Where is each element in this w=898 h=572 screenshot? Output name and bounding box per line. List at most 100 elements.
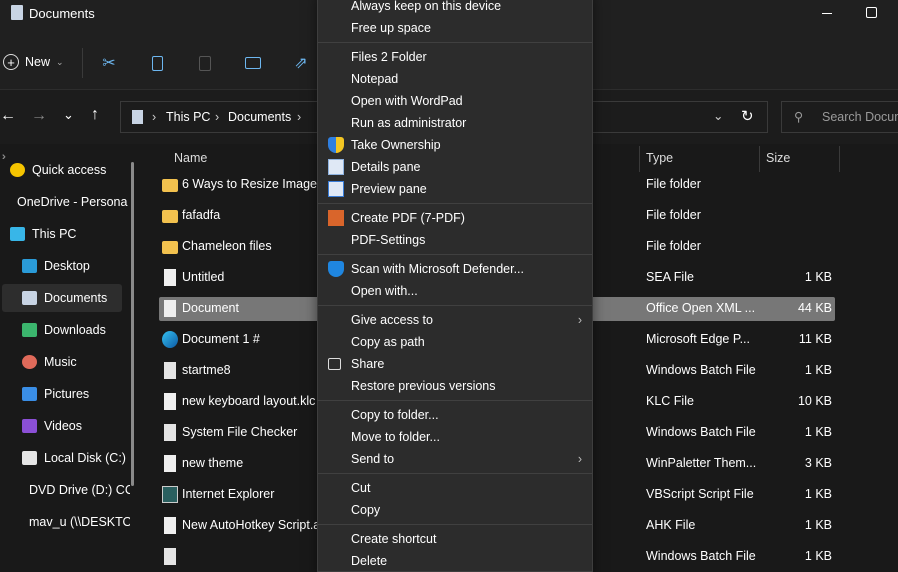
- new-label: New: [25, 55, 51, 69]
- menu-item[interactable]: Create shortcut: [318, 528, 592, 550]
- menu-item[interactable]: PDF-Settings: [318, 229, 592, 251]
- menu-item-label: Copy: [351, 503, 381, 517]
- sidebar-item[interactable]: Downloads: [2, 316, 130, 344]
- rename-button[interactable]: [242, 52, 264, 74]
- pdf-icon: [328, 210, 344, 226]
- menu-item[interactable]: Open with...: [318, 280, 592, 302]
- column-divider[interactable]: [759, 146, 760, 172]
- file-name: new keyboard layout.klc: [182, 394, 316, 408]
- sidebar-item[interactable]: Pictures: [2, 380, 130, 408]
- minimize-button[interactable]: [822, 13, 832, 14]
- folder-icon: [162, 210, 178, 223]
- refresh-button[interactable]: ↻: [741, 107, 754, 125]
- column-divider[interactable]: [839, 146, 840, 172]
- menu-item[interactable]: Take Ownership: [318, 134, 592, 156]
- paste-button[interactable]: [194, 52, 216, 74]
- column-header-name[interactable]: Name: [174, 151, 207, 165]
- maximize-button[interactable]: [866, 7, 877, 18]
- sidebar-item-label: Pictures: [44, 387, 90, 401]
- menu-item-label: Open with...: [351, 284, 418, 298]
- column-header-type[interactable]: Type: [646, 151, 673, 165]
- menu-item[interactable]: Send to ›: [318, 448, 592, 470]
- breadcrumb-documents[interactable]: Documents: [228, 110, 291, 124]
- menu-item[interactable]: Share: [318, 353, 592, 375]
- menu-item[interactable]: Copy to folder...: [318, 404, 592, 426]
- file-type: Windows Batch File: [646, 425, 756, 439]
- menu-item[interactable]: Copy: [318, 499, 592, 521]
- sidebar-item[interactable]: Quick access: [0, 156, 128, 184]
- videos-icon: [22, 419, 37, 433]
- file-size: 3 KB: [804, 456, 832, 470]
- sidebar-item[interactable]: mav_u (\\DESKTOP): [2, 508, 130, 536]
- menu-item[interactable]: Copy as path: [318, 331, 592, 353]
- menu-item[interactable]: Give access to ›: [318, 309, 592, 331]
- plus-circle-icon: +: [3, 54, 19, 70]
- sidebar-item[interactable]: DVD Drive (D:) CCCOMA: [2, 476, 130, 504]
- recent-locations-button[interactable]: ⌄: [63, 107, 74, 123]
- file-icon: [164, 517, 176, 534]
- file-size: 1 KB: [804, 549, 832, 563]
- menu-item-label: PDF-Settings: [351, 233, 426, 247]
- file-type: File folder: [646, 177, 701, 191]
- batch-icon: [164, 362, 176, 379]
- file-size: 11 KB: [798, 332, 832, 346]
- sidebar-item[interactable]: OneDrive - Personal: [0, 188, 128, 216]
- sidebar-item[interactable]: This PC: [0, 220, 128, 248]
- menu-item[interactable]: Preview pane: [318, 178, 592, 200]
- file-name: System File Checker: [182, 425, 298, 439]
- file-type: Office Open XML ...: [646, 301, 756, 315]
- sidebar-item[interactable]: Music: [2, 348, 130, 376]
- menu-item[interactable]: Free up space: [318, 17, 592, 39]
- column-header-size[interactable]: Size: [766, 151, 790, 165]
- file-size: 10 KB: [797, 394, 832, 408]
- file-type: KLC File: [646, 394, 694, 408]
- address-history-dropdown[interactable]: ⌄: [713, 108, 723, 123]
- menu-item[interactable]: Cut: [318, 477, 592, 499]
- sidebar-item-label: mav_u (\\DESKTOP): [29, 515, 130, 529]
- menu-separator: [318, 397, 592, 404]
- navigation-pane: Quick access OneDrive - Personal This PC De…: [0, 144, 130, 556]
- menu-item[interactable]: Notepad: [318, 68, 592, 90]
- new-button[interactable]: + New ⌄: [3, 54, 64, 70]
- sidebar-item[interactable]: Documents: [2, 284, 122, 312]
- menu-item-label: Delete: [351, 554, 388, 568]
- menu-item[interactable]: Move to folder...: [318, 426, 592, 448]
- menu-item[interactable]: Open with WordPad: [318, 90, 592, 112]
- sidebar-item[interactable]: Local Disk (C:): [2, 444, 130, 472]
- file-type: File folder: [646, 239, 701, 253]
- documents-icon: [22, 291, 37, 305]
- menu-item[interactable]: Restore previous versions: [318, 375, 592, 397]
- divider: [82, 48, 83, 78]
- menu-item-label: Take Ownership: [351, 138, 441, 152]
- search-placeholder: Search Documents: [822, 110, 898, 124]
- menu-separator: [318, 251, 592, 258]
- column-divider[interactable]: [639, 146, 640, 172]
- sidebar-scrollbar[interactable]: [131, 162, 134, 486]
- menu-item[interactable]: Delete: [318, 550, 592, 572]
- menu-item[interactable]: Details pane: [318, 156, 592, 178]
- file-name: Document 1 #: [182, 332, 260, 346]
- documents-icon: [11, 5, 23, 20]
- back-button[interactable]: ←: [0, 107, 16, 125]
- sidebar-item[interactable]: Videos: [2, 412, 130, 440]
- file-type: Windows Batch File: [646, 549, 756, 563]
- search-input[interactable]: ⚲ Search Documents: [781, 101, 898, 133]
- up-button[interactable]: ↑: [91, 106, 99, 124]
- forward-button[interactable]: →: [31, 107, 47, 125]
- menu-item[interactable]: Scan with Microsoft Defender...: [318, 258, 592, 280]
- menu-item[interactable]: Always keep on this device: [318, 0, 592, 17]
- menu-item-label: Preview pane: [351, 182, 427, 196]
- sidebar-item[interactable]: Desktop: [2, 252, 130, 280]
- file-icon: [164, 455, 176, 472]
- menu-item[interactable]: Run as administrator: [318, 112, 592, 134]
- menu-item[interactable]: Files 2 Folder: [318, 46, 592, 68]
- breadcrumb-this-pc[interactable]: This PC: [166, 110, 210, 124]
- cut-button[interactable]: ✂: [98, 52, 120, 74]
- share-button[interactable]: ⇗: [290, 52, 312, 74]
- menu-item[interactable]: Create PDF (7-PDF): [318, 207, 592, 229]
- file-type: Windows Batch File: [646, 363, 756, 377]
- sidebar-item-label: OneDrive - Personal: [17, 195, 128, 209]
- copy-button[interactable]: [146, 52, 168, 74]
- expand-chevron-icon[interactable]: ›: [2, 151, 6, 163]
- file-name: fafadfa: [182, 208, 221, 222]
